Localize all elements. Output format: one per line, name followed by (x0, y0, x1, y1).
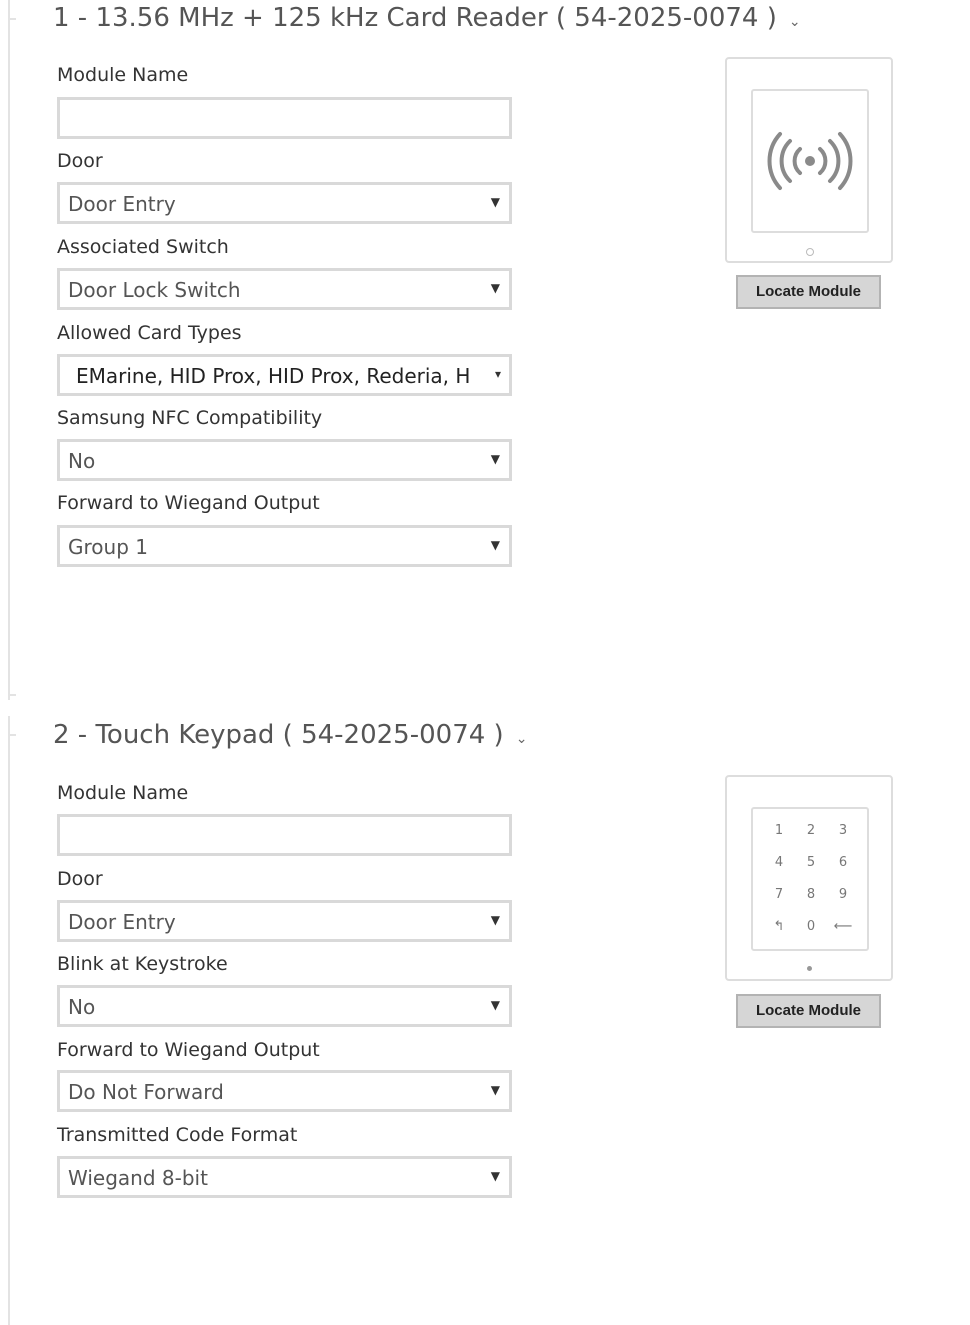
forward-wiegand-select[interactable]: Do Not Forward ▼ (57, 1070, 512, 1112)
keypad-key: 9 (838, 887, 848, 902)
module-name-label: Module Name (57, 64, 189, 86)
module-image: 1 2 3 4 5 6 7 8 9 ↰ 0 ⟵ (725, 775, 893, 981)
section-bracket-top (8, 18, 16, 20)
forward-wiegand-value: Group 1 (68, 535, 148, 559)
section-bracket-bottom (8, 694, 16, 696)
keypad-key: 4 (774, 855, 784, 870)
associated-switch-select[interactable]: Door Lock Switch ▼ (57, 268, 512, 310)
section-bracket (8, 716, 10, 1325)
keypad-keys: 1 2 3 4 5 6 7 8 9 ↰ 0 ⟵ (763, 821, 859, 937)
section-bracket-top (8, 734, 16, 736)
forward-wiegand-select[interactable]: Group 1 ▼ (57, 525, 512, 567)
dropdown-arrow-icon: ▼ (490, 281, 500, 295)
keypad-key: 8 (806, 887, 816, 902)
keypad-key: 5 (806, 855, 816, 870)
associated-switch-label: Associated Switch (57, 236, 229, 258)
dropdown-arrow-icon: ▼ (490, 1083, 500, 1097)
dropdown-arrow-icon: ▼ (490, 452, 500, 466)
reader-panel (751, 89, 869, 233)
status-led-icon (806, 248, 814, 256)
blink-keystroke-value: No (68, 995, 96, 1019)
samsung-nfc-select[interactable]: No ▼ (57, 439, 512, 481)
dropdown-arrow-icon: ▾ (494, 367, 501, 381)
door-value: Door Entry (68, 910, 176, 934)
locate-module-button[interactable]: Locate Module (736, 275, 881, 309)
section-header[interactable]: 2 - Touch Keypad ( 54-2025-0074 ) ⌄ (53, 717, 527, 757)
module-name-input[interactable] (57, 97, 512, 139)
door-select[interactable]: Door Entry ▼ (57, 900, 512, 942)
keypad-key: 0 (806, 919, 816, 934)
dropdown-arrow-icon: ▼ (490, 998, 500, 1012)
section-header[interactable]: 1 - 13.56 MHz + 125 kHz Card Reader ( 54… (53, 0, 801, 40)
door-label: Door (57, 868, 103, 890)
allowed-card-types-label: Allowed Card Types (57, 322, 242, 344)
door-select[interactable]: Door Entry ▼ (57, 182, 512, 224)
keypad-panel: 1 2 3 4 5 6 7 8 9 ↰ 0 ⟵ (751, 807, 869, 951)
chevron-down-icon[interactable]: ⌄ (789, 4, 801, 40)
dropdown-arrow-icon: ▼ (490, 1169, 500, 1183)
samsung-nfc-label: Samsung NFC Compatibility (57, 407, 323, 429)
module-name-input[interactable] (57, 814, 512, 856)
section-title: 2 - Touch Keypad ( 54-2025-0074 ) (53, 720, 504, 750)
keypad-back-icon: ↰ (773, 919, 785, 934)
dropdown-arrow-icon: ▼ (490, 538, 500, 552)
forward-wiegand-label: Forward to Wiegand Output (57, 492, 320, 514)
blink-keystroke-label: Blink at Keystroke (57, 953, 228, 975)
chevron-down-icon[interactable]: ⌄ (516, 721, 528, 757)
blink-keystroke-select[interactable]: No ▼ (57, 985, 512, 1027)
forward-wiegand-label: Forward to Wiegand Output (57, 1039, 320, 1061)
forward-wiegand-value: Do Not Forward (68, 1080, 224, 1104)
touch-keypad-module-section: 2 - Touch Keypad ( 54-2025-0074 ) ⌄ Modul… (0, 716, 970, 1325)
card-reader-module-section: 1 - 13.56 MHz + 125 kHz Card Reader ( 54… (0, 0, 970, 700)
module-name-label: Module Name (57, 782, 189, 804)
door-label: Door (57, 150, 103, 172)
allowed-card-types-value: EMarine, HID Prox, HID Prox, Rederia, H (76, 364, 471, 388)
allowed-card-types-select[interactable]: EMarine, HID Prox, HID Prox, Rederia, H … (57, 354, 512, 396)
keypad-key: 1 (774, 823, 784, 838)
code-format-select[interactable]: Wiegand 8-bit ▼ (57, 1156, 512, 1198)
code-format-label: Transmitted Code Format (57, 1124, 298, 1146)
code-format-value: Wiegand 8-bit (68, 1166, 208, 1190)
keypad-key: 7 (774, 887, 784, 902)
keypad-key: 2 (806, 823, 816, 838)
dropdown-arrow-icon: ▼ (490, 913, 500, 927)
keypad-enter-icon: ⟵ (833, 919, 853, 934)
samsung-nfc-value: No (68, 449, 96, 473)
status-led-icon (807, 966, 812, 971)
locate-module-button[interactable]: Locate Module (736, 994, 881, 1028)
keypad-key: 6 (838, 855, 848, 870)
section-bracket (8, 0, 10, 700)
rfid-wireless-icon (767, 132, 853, 190)
section-title: 1 - 13.56 MHz + 125 kHz Card Reader ( 54… (53, 3, 777, 33)
associated-switch-value: Door Lock Switch (68, 278, 241, 302)
module-image (725, 57, 893, 263)
dropdown-arrow-icon: ▼ (490, 195, 500, 209)
door-value: Door Entry (68, 192, 176, 216)
keypad-key: 3 (838, 823, 848, 838)
